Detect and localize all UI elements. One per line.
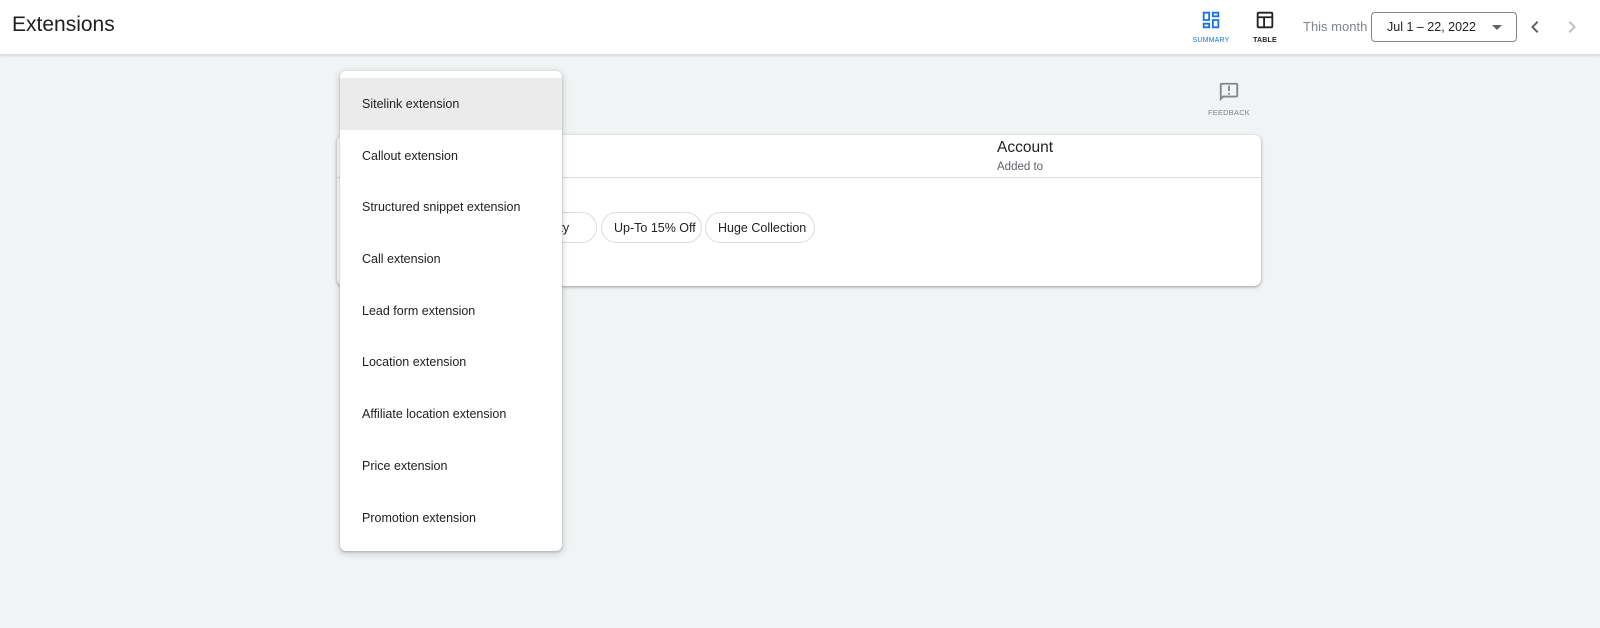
period-label: This month — [1303, 19, 1368, 34]
feedback-button[interactable]: FEEDBACK — [1202, 81, 1256, 117]
callout-chip[interactable]: Huge Collection — [705, 212, 815, 243]
chevron-right-icon[interactable] — [1560, 15, 1584, 39]
column-subheader: Added to — [997, 161, 1044, 173]
chevron-left-icon[interactable] — [1523, 15, 1547, 39]
extension-type-menu: Sitelink extension Callout extension Str… — [340, 71, 562, 551]
menu-item-call-extension[interactable]: Call extension — [340, 233, 562, 285]
menu-item-price-extension[interactable]: Price extension — [340, 440, 562, 492]
menu-item-structured-snippet-extension[interactable]: Structured snippet extension — [340, 181, 562, 233]
feedback-label: FEEDBACK — [1207, 108, 1251, 117]
menu-item-affiliate-location-extension[interactable]: Affiliate location extension — [340, 388, 562, 440]
column-header-account: Account — [997, 139, 1054, 156]
dropdown-arrow-icon — [1492, 25, 1502, 30]
menu-item-promotion-extension[interactable]: Promotion extension — [340, 492, 562, 544]
dashboard-icon — [1202, 11, 1220, 29]
date-range-picker[interactable]: Jul 1 – 22, 2022 — [1371, 12, 1517, 42]
page-title: Extensions — [12, 13, 115, 36]
feedback-icon — [1219, 82, 1239, 102]
menu-item-callout-extension[interactable]: Callout extension — [340, 130, 562, 182]
menu-item-location-extension[interactable]: Location extension — [340, 336, 562, 388]
summary-view-button[interactable]: SUMMARY — [1187, 9, 1235, 49]
table-view-label: TABLE — [1253, 37, 1277, 44]
table-view-button[interactable]: TABLE — [1241, 9, 1289, 49]
table-icon — [1256, 11, 1274, 29]
menu-item-sitelink-extension[interactable]: Sitelink extension — [340, 78, 562, 130]
date-range-value: Jul 1 – 22, 2022 — [1387, 20, 1476, 34]
menu-item-lead-form-extension[interactable]: Lead form extension — [340, 285, 562, 337]
top-app-bar: Extensions SUMMARY TABLE This month Jul … — [0, 0, 1600, 55]
summary-view-label: SUMMARY — [1192, 37, 1230, 44]
callout-chip[interactable]: Up-To 15% Off — [601, 212, 702, 243]
